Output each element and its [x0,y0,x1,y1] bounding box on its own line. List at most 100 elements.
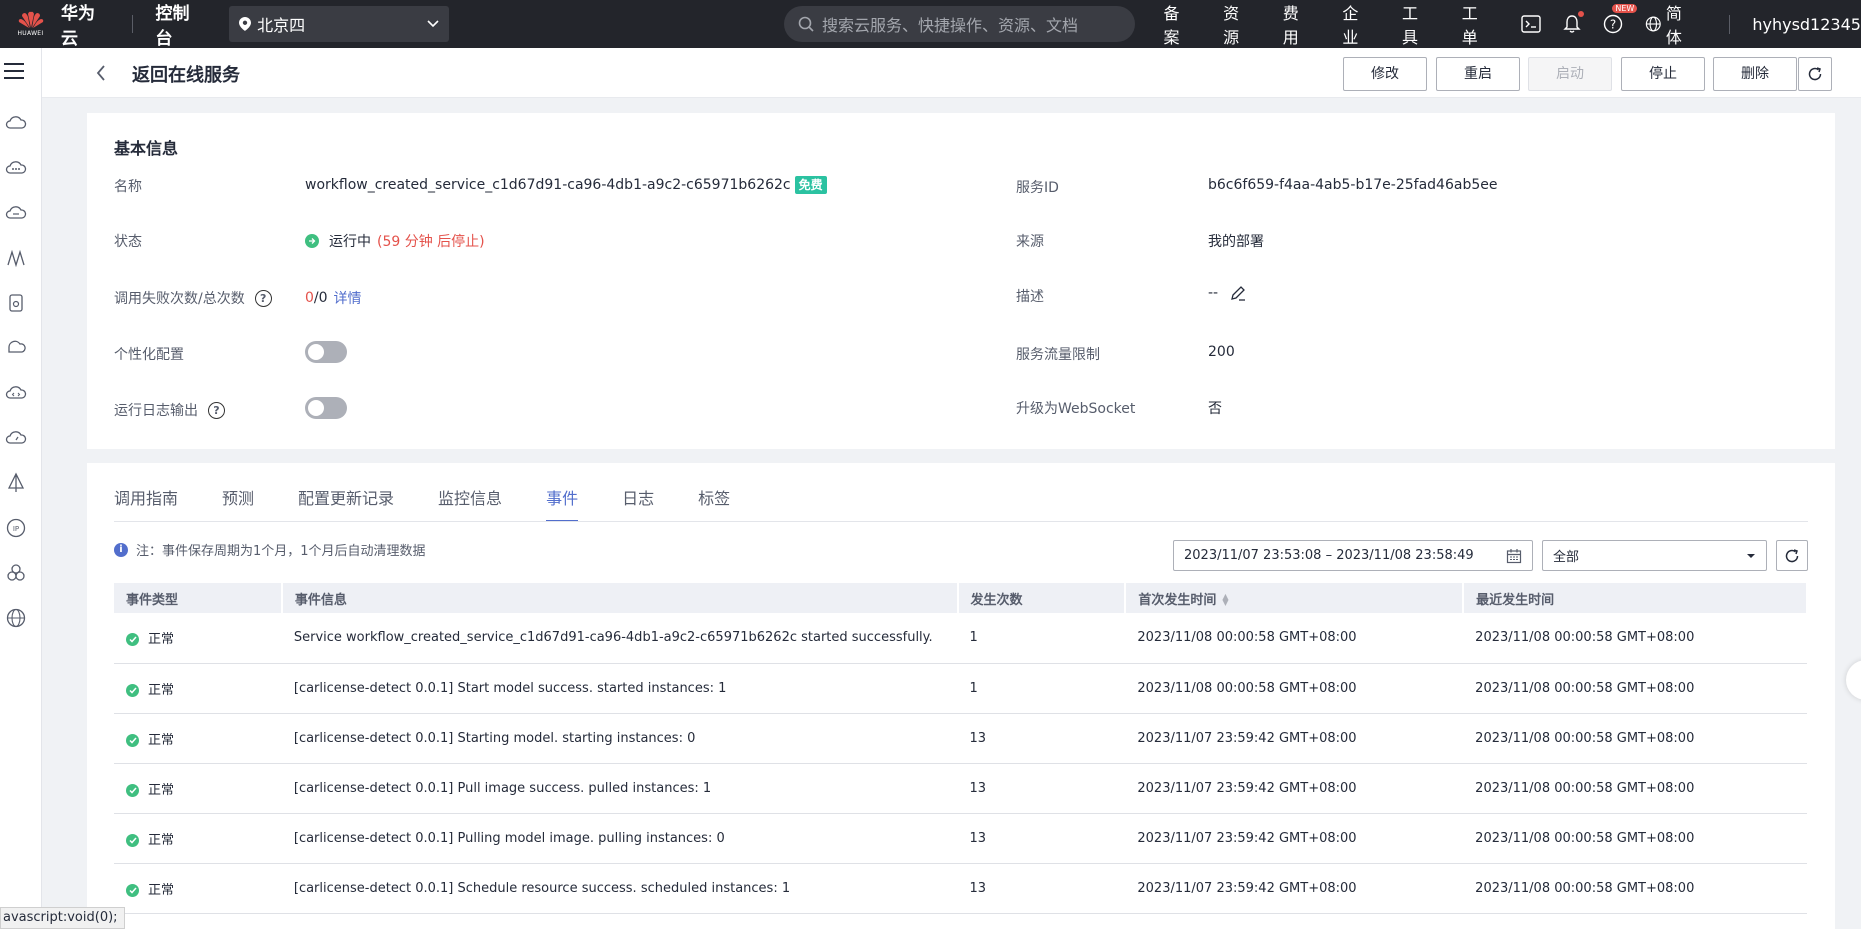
stop-button[interactable]: 停止 [1621,57,1705,91]
nav-beian[interactable]: 备案 [1163,0,1193,48]
cloud-db-icon[interactable] [5,202,27,224]
ip-icon[interactable]: IP [5,517,27,539]
delete-button[interactable]: 删除 [1713,57,1797,91]
success-check-icon [126,833,139,847]
search-placeholder: 搜索云服务、快捷操作、资源、文档 [821,16,1078,35]
edit-pencil-icon[interactable] [1230,285,1246,301]
event-count: 13 [957,763,1126,814]
tab-monitoring[interactable]: 监控信息 [438,485,502,522]
event-count: 1 [957,613,1126,664]
help-circle-icon[interactable]: ? [254,289,272,307]
free-badge: 免费 [794,176,827,194]
cloud-gauge-icon[interactable] [5,427,27,449]
storage-icon[interactable] [5,292,27,314]
restart-button[interactable]: 重启 [1436,57,1520,91]
menu-hamburger-icon[interactable] [3,62,25,80]
back-arrow-icon[interactable] [96,65,106,81]
websocket-value: 否 [1208,401,1222,417]
calendar-icon [1506,548,1522,563]
event-info: [carlicense-detect 0.0.1] Schedule resou… [281,863,958,914]
status-text: 运行中 [329,234,371,250]
log-output-label: 运行日志输出 [114,403,198,419]
global-search-input[interactable]: 搜索云服务、快捷操作、资源、文档 [783,6,1136,42]
events-table: 事件类型 事件信息 发生次数 首次发生时间 ▲ ▼ 最近发生时间 正常 Servic… [114,583,1808,914]
user-account[interactable]: hyhysd12345 [1729,14,1861,34]
page-title[interactable]: 返回在线服务 [132,61,240,87]
cloud-service-icon[interactable] [5,112,27,134]
notification-bell-icon[interactable] [1563,11,1585,34]
event-first-time: 2023/11/07 23:59:42 GMT+08:00 [1125,763,1464,814]
location-pin-icon [239,17,252,31]
date-range-picker[interactable]: 2023/11/07 23:53:08 – 2023/11/08 23:58:4… [1173,540,1533,571]
region-name: 北京四 [257,16,306,35]
tab-config-history[interactable]: 配置更新记录 [298,485,394,522]
table-row: 正常 [carlicense-detect 0.0.1] Pulling mod… [114,813,1807,864]
traffic-limit-label: 服务流量限制 [1016,347,1100,363]
nav-resources[interactable]: 资源 [1223,0,1253,48]
modify-button[interactable]: 修改 [1343,57,1427,91]
cluster-icon[interactable] [5,562,27,584]
table-row: 正常 [carlicense-detect 0.0.1] Pull image … [114,763,1807,814]
success-check-icon [126,783,139,797]
description-label: 描述 [1016,289,1044,305]
huawei-logo[interactable]: HUAWEI 华为云 [14,0,110,49]
tab-tags[interactable]: 标签 [698,485,730,522]
tab-logs[interactable]: 日志 [622,485,654,522]
tab-events[interactable]: 事件 [546,485,579,522]
detail-tabs: 调用指南 预测 配置更新记录 监控信息 事件 日志 标签 [114,485,774,522]
basic-info-card: 基本信息 名称 workflow_created_service_c1d67d9… [87,113,1835,449]
event-type-cell: 正常 [114,713,282,764]
nav-billing[interactable]: 费用 [1283,0,1313,48]
refresh-button[interactable] [1798,57,1832,91]
cloud-shell-icon[interactable] [1521,15,1542,33]
calls-detail-link[interactable]: 详情 [334,288,362,308]
refresh-icon [1808,67,1822,81]
nav-enterprise[interactable]: 企业 [1342,0,1372,48]
col-event-type: 事件类型 [114,583,283,613]
event-type-cell: 正常 [114,663,282,714]
event-count: 1 [957,663,1126,714]
svg-text:?: ? [1610,18,1616,32]
tab-divider [114,521,1808,522]
event-type: 正常 [148,832,175,848]
event-last-time: 2023/11/08 00:00:58 GMT+08:00 [1463,813,1807,864]
logo-text: HUAWEI [17,30,44,37]
page-header: 返回在线服务 修改 重启 启动 停止 删除 [42,48,1861,98]
modelarts-icon[interactable] [5,472,27,494]
traffic-limit-value: 200 [1208,344,1235,360]
event-last-time: 2023/11/08 00:00:58 GMT+08:00 [1463,663,1807,714]
event-type: 正常 [148,882,175,898]
status-value-group: 运行中 (59 分钟 后停止) [305,231,485,251]
tab-predict[interactable]: 预测 [222,485,254,522]
service-name: workflow_created_service_c1d67d91-ca96-4… [305,177,791,193]
service-sidebar: IP [0,48,42,929]
console-link[interactable]: 控制台 [155,0,205,49]
top-nav-links: 备案 资源 费用 企业 工具 工单 ? NEW 简体 hyhysd12345 [1163,0,1861,48]
region-selector[interactable]: 北京四 [229,6,449,42]
sort-icon[interactable]: ▲ ▼ [1222,593,1228,607]
help-icon[interactable]: ? NEW [1603,4,1638,34]
info-icon: i [114,542,128,557]
cloud-code-icon[interactable] [5,382,27,404]
globe-network-icon[interactable] [5,607,27,629]
floating-assistant-button[interactable] [1846,660,1861,700]
cloud-outline-icon[interactable] [5,337,27,359]
log-output-toggle[interactable] [305,397,347,419]
language-switcher[interactable]: 简体 [1645,0,1695,48]
events-refresh-button[interactable] [1776,540,1808,571]
event-count: 13 [957,863,1126,914]
network-icon[interactable] [5,247,27,269]
custom-config-toggle[interactable] [305,341,347,363]
cloud-dots-icon[interactable] [5,157,27,179]
start-button[interactable]: 启动 [1528,57,1612,91]
nav-tools[interactable]: 工具 [1402,0,1432,48]
col-count: 发生次数 [957,583,1127,613]
tab-call-guide[interactable]: 调用指南 [114,485,178,522]
event-info: [carlicense-detect 0.0.1] Pulling model … [281,813,958,864]
col-event-info: 事件信息 [281,583,959,613]
event-type-cell: 正常 [114,613,282,664]
nav-tickets[interactable]: 工单 [1462,0,1492,48]
help-circle-icon[interactable]: ? [208,401,225,419]
col-first-time[interactable]: 首次发生时间 ▲ ▼ [1125,583,1465,613]
event-type-select[interactable]: 全部 [1542,540,1767,571]
